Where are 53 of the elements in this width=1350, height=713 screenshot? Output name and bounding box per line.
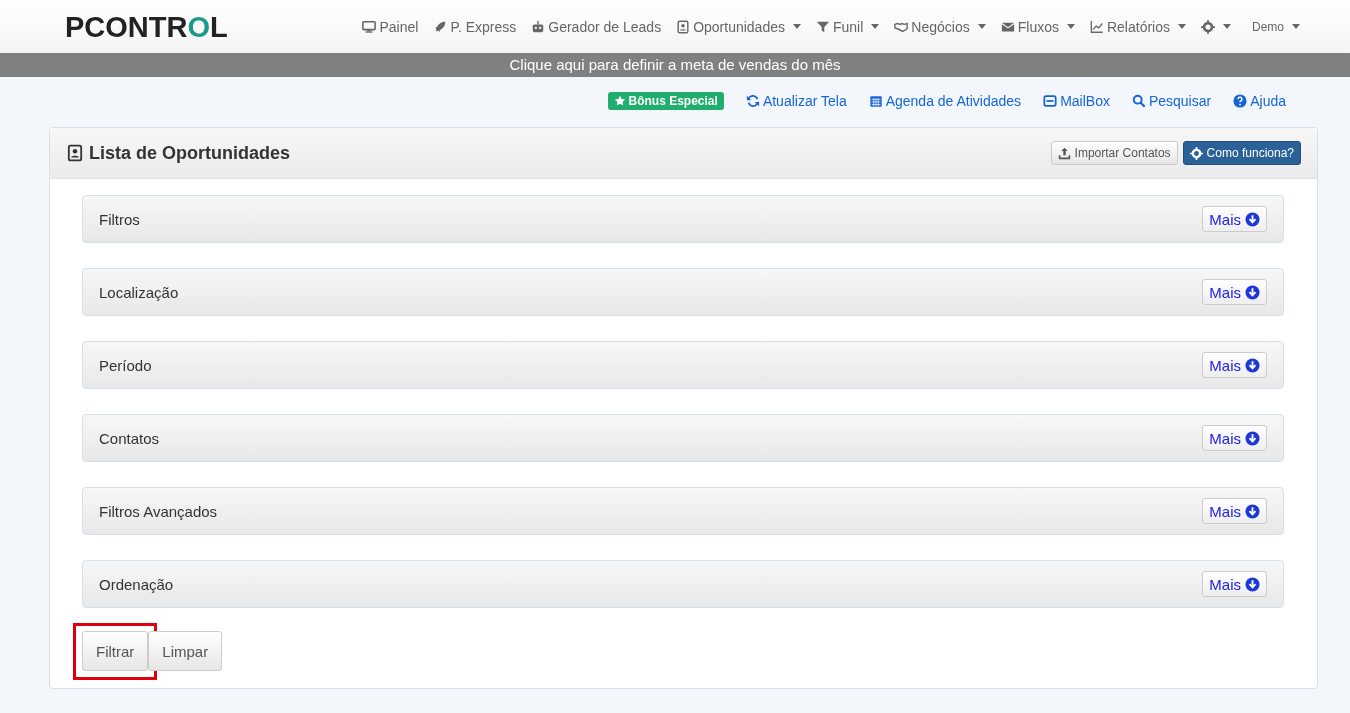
upload-icon	[1057, 146, 1071, 160]
contact-card-icon	[676, 19, 691, 34]
nav-menu-item[interactable]: Negócios	[894, 18, 986, 35]
import-contacts-button[interactable]: Importar Contatos	[1050, 141, 1178, 165]
refresh-icon	[745, 94, 760, 108]
toolbar-link[interactable]: MailBox	[1043, 93, 1110, 109]
nav-menu-item[interactable]: Painel	[362, 18, 419, 35]
more-button[interactable]: Mais	[1202, 425, 1267, 451]
arrow-down-icon	[1245, 211, 1260, 227]
star-icon	[613, 95, 626, 107]
how-it-works-button[interactable]: Como funciona?	[1182, 141, 1301, 165]
arrow-down-icon	[1245, 430, 1260, 446]
toolbar-link[interactable]: Atualizar Tela	[745, 93, 847, 109]
search-icon	[1131, 94, 1146, 108]
nav-menu-item[interactable]: Relatórios	[1089, 18, 1186, 35]
line-chart-icon	[1089, 19, 1104, 34]
filter-icon	[816, 19, 830, 34]
section-title: Filtros	[99, 210, 140, 228]
mailbox-icon	[1043, 94, 1058, 108]
nav-menu-item[interactable]: Demo	[1252, 19, 1300, 34]
nav-menu-item[interactable]: Funil	[816, 18, 880, 35]
more-button[interactable]: Mais	[1202, 352, 1267, 378]
arrow-down-icon	[1245, 576, 1260, 592]
calendar-icon	[868, 94, 883, 108]
toolbar-link[interactable]: Agenda de Atividades	[868, 93, 1022, 109]
more-button[interactable]: Mais	[1202, 571, 1267, 597]
filter-button[interactable]: Filtrar	[82, 631, 149, 671]
toolbar-link[interactable]: Ajuda	[1233, 93, 1286, 109]
nav-menu-item[interactable]: P. Express	[433, 18, 517, 35]
section-title: Localização	[99, 283, 179, 301]
clear-button[interactable]: Limpar	[148, 631, 223, 671]
panel-title: Lista de Oportunidades	[89, 142, 291, 164]
monitor-icon	[362, 19, 377, 34]
help-icon	[1233, 94, 1248, 108]
section-title: Contatos	[99, 429, 160, 447]
nav-menu-item[interactable]: Oportunidades	[676, 18, 801, 35]
more-button[interactable]: Mais	[1202, 279, 1267, 305]
more-button[interactable]: Mais	[1202, 206, 1267, 232]
logo[interactable]: PCONTROL	[65, 11, 228, 44]
settings-menu[interactable]	[1201, 19, 1231, 34]
section-title: Filtros Avançados	[99, 502, 218, 520]
section-title: Ordenação	[99, 575, 174, 593]
nav-menu-item[interactable]: Fluxos	[1000, 18, 1075, 35]
more-button[interactable]: Mais	[1202, 498, 1267, 524]
contact-card-icon	[66, 144, 84, 162]
toolbar-link[interactable]: Pesquisar	[1131, 93, 1212, 109]
nav-menu-item[interactable]: Gerador de Leads	[531, 18, 662, 35]
robot-icon	[531, 19, 546, 34]
arrow-down-icon	[1245, 503, 1260, 519]
arrow-down-icon	[1245, 357, 1260, 373]
section-title: Período	[99, 356, 152, 374]
arrow-down-icon	[1245, 284, 1260, 300]
sales-goal-banner[interactable]: Clique aqui para definir a meta de vendas do mês	[0, 53, 1350, 77]
